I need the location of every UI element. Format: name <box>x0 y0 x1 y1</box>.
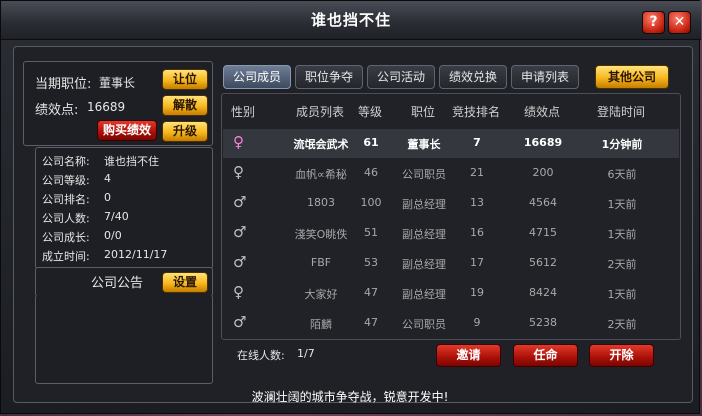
tab-other-companies[interactable]: 其他公司 <box>595 65 669 89</box>
member-rank: 9 <box>473 316 481 329</box>
online-label: 在线人数: <box>237 349 285 362</box>
table-row[interactable]: ♂ 陌麟 47 公司职员 9 5238 2天前 <box>223 309 679 338</box>
col-header-sex: 性别 <box>230 105 255 119</box>
info-label: 公司成长: <box>42 231 90 244</box>
footer-tip: 波澜壮阔的城市争夺战，锐意开发中! <box>251 390 449 404</box>
member-login: 2天前 <box>607 258 637 271</box>
info-label: 公司人数: <box>42 212 90 225</box>
position-value: 董事长 <box>99 76 136 90</box>
settings-button[interactable]: 设置 <box>162 272 208 293</box>
member-rank: 13 <box>470 196 484 209</box>
info-label: 公司等级: <box>42 174 90 187</box>
table-row[interactable]: ♂ 1803 100 副总经理 13 4564 1天前 <box>223 189 679 218</box>
info-value: 7/40 <box>104 210 129 223</box>
female-icon: ♀ <box>233 133 244 151</box>
member-perf: 5612 <box>529 256 557 269</box>
member-role: 公司职员 <box>402 168 446 181</box>
info-label: 成立时间: <box>42 250 90 263</box>
member-level: 51 <box>364 226 378 239</box>
member-level: 53 <box>364 256 378 269</box>
male-icon: ♂ <box>233 223 247 241</box>
perf-value: 16689 <box>87 100 126 114</box>
member-role: 副总经理 <box>402 198 446 211</box>
col-header-rank: 竞技排名 <box>451 105 500 119</box>
position-label: 当期职位: <box>35 77 92 92</box>
member-login: 1分钟前 <box>601 138 643 151</box>
info-label: 公司名称: <box>42 155 90 168</box>
member-perf: 5238 <box>529 316 557 329</box>
perf-label: 绩效点: <box>35 103 79 118</box>
upgrade-button[interactable]: 升级 <box>162 121 208 142</box>
resign-button[interactable]: 让位 <box>162 69 208 90</box>
member-level: 61 <box>363 136 379 149</box>
window-title: 谁也挡不住 <box>310 11 391 29</box>
table-row[interactable]: ♀ 血帆∝希秘 46 公司职员 21 200 6天前 <box>223 159 679 188</box>
info-label: 公司排名: <box>42 193 90 206</box>
col-header-login: 登陆时间 <box>596 105 645 119</box>
member-login: 1天前 <box>607 198 637 211</box>
member-perf: 8424 <box>529 286 557 299</box>
member-level: 47 <box>364 286 378 299</box>
table-row[interactable]: ♂ 淺笑O眺佚 51 副总经理 16 4715 1天前 <box>223 219 679 248</box>
tab-position-contest[interactable]: 职位争夺 <box>295 65 363 89</box>
member-perf: 4564 <box>529 196 557 209</box>
member-login: 6天前 <box>607 168 637 181</box>
notice-label: 公司公告 <box>91 276 144 291</box>
tab-activities[interactable]: 公司活动 <box>367 65 435 89</box>
tab-applications[interactable]: 申请列表 <box>511 65 579 89</box>
member-level: 46 <box>364 166 378 179</box>
member-login: 1天前 <box>607 228 637 241</box>
member-role: 董事长 <box>407 138 441 151</box>
appoint-button[interactable]: 任命 <box>513 344 578 367</box>
member-level: 100 <box>360 196 382 209</box>
member-login: 1天前 <box>607 288 637 301</box>
company-window: 谁也挡不住 ? ✕ 当期职位: 董事长 让位 绩效点: 16689 解散 购买绩… <box>0 0 701 414</box>
member-perf: 4715 <box>529 226 557 239</box>
info-value: 0 <box>104 191 111 204</box>
tab-members[interactable]: 公司成员 <box>223 65 291 89</box>
table-row[interactable]: ♀ 流氓会武术 61 董事长 7 16689 1分钟前 <box>223 129 679 158</box>
male-icon: ♂ <box>233 253 247 271</box>
member-rank: 7 <box>473 136 481 149</box>
tab-perf-exchange[interactable]: 绩效兑换 <box>439 65 507 89</box>
online-value: 1/7 <box>297 347 315 360</box>
member-perf: 16689 <box>523 136 563 149</box>
info-value: 谁也挡不住 <box>104 155 159 168</box>
info-value: 2012/11/17 <box>104 248 168 261</box>
member-login: 2天前 <box>607 318 637 331</box>
female-icon: ♀ <box>233 283 244 301</box>
member-rank: 21 <box>470 166 484 179</box>
member-rank: 19 <box>470 286 484 299</box>
table-row[interactable]: ♂ FBF 53 副总经理 17 5612 2天前 <box>223 249 679 278</box>
member-role: 副总经理 <box>402 228 446 241</box>
title-bar[interactable]: 谁也挡不住 ? ✕ <box>1 1 701 40</box>
close-button[interactable]: ✕ <box>668 11 691 34</box>
info-value: 4 <box>104 172 111 185</box>
col-header-level: 等级 <box>357 105 382 119</box>
disband-button[interactable]: 解散 <box>162 95 208 116</box>
member-role: 公司职员 <box>402 318 446 331</box>
col-header-role: 职位 <box>410 105 435 119</box>
male-icon: ♂ <box>233 313 247 331</box>
member-rank: 16 <box>470 226 484 239</box>
member-level: 47 <box>364 316 378 329</box>
notice-content <box>35 295 213 384</box>
buy-perf-button[interactable]: 购买绩效 <box>97 120 157 141</box>
dismiss-button[interactable]: 开除 <box>589 344 654 367</box>
member-perf: 200 <box>532 166 554 179</box>
member-table: 性别 成员列表 等级 职位 竞技排名 绩效点 登陆时间 ♀ 流氓会武术 61 董… <box>221 93 681 340</box>
female-icon: ♀ <box>233 163 244 181</box>
table-row[interactable]: ♀ 大家好 47 副总经理 19 8424 1天前 <box>223 279 679 308</box>
info-value: 0/0 <box>104 229 122 242</box>
col-header-perf: 绩效点 <box>523 105 560 119</box>
male-icon: ♂ <box>233 193 247 211</box>
member-role: 副总经理 <box>402 288 446 301</box>
help-button[interactable]: ? <box>642 11 665 34</box>
member-role: 副总经理 <box>402 258 446 271</box>
member-rank: 17 <box>470 256 484 269</box>
invite-button[interactable]: 邀请 <box>436 344 501 367</box>
